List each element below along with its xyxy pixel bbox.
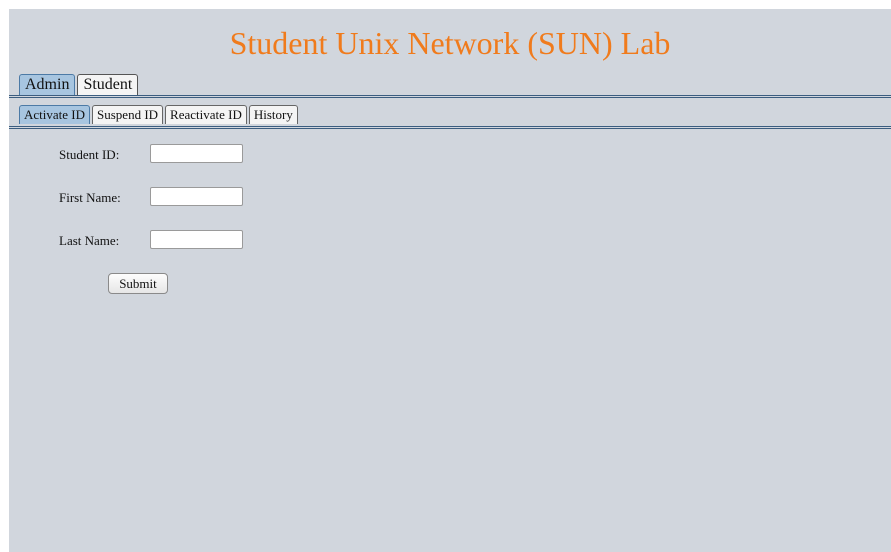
tab-suspend-id[interactable]: Suspend ID bbox=[92, 105, 164, 124]
submit-button[interactable]: Submit bbox=[108, 273, 168, 294]
main-tab-bar: Admin Student bbox=[19, 74, 139, 96]
tab-history[interactable]: History bbox=[248, 105, 298, 124]
last-name-input[interactable] bbox=[150, 230, 243, 249]
tab-activate-id[interactable]: Activate ID bbox=[19, 105, 91, 124]
app-page: Student Unix Network (SUN) Lab Admin Stu… bbox=[9, 9, 891, 552]
page-title: Student Unix Network (SUN) Lab bbox=[229, 25, 671, 61]
sub-tab-bar: Activate ID Suspend ID Reactivate ID His… bbox=[19, 105, 298, 125]
first-name-input[interactable] bbox=[150, 187, 243, 206]
last-name-label: Last Name: bbox=[59, 233, 120, 248]
tab-reactivate-id[interactable]: Reactivate ID bbox=[165, 105, 247, 124]
tab-student[interactable]: Student bbox=[77, 74, 139, 95]
first-name-label: First Name: bbox=[59, 190, 121, 205]
tab-admin[interactable]: Admin bbox=[19, 74, 76, 95]
student-id-label: Student ID: bbox=[59, 147, 120, 162]
sub-tab-divider bbox=[9, 126, 891, 129]
main-tab-divider bbox=[9, 95, 891, 98]
student-id-input[interactable] bbox=[150, 144, 243, 163]
